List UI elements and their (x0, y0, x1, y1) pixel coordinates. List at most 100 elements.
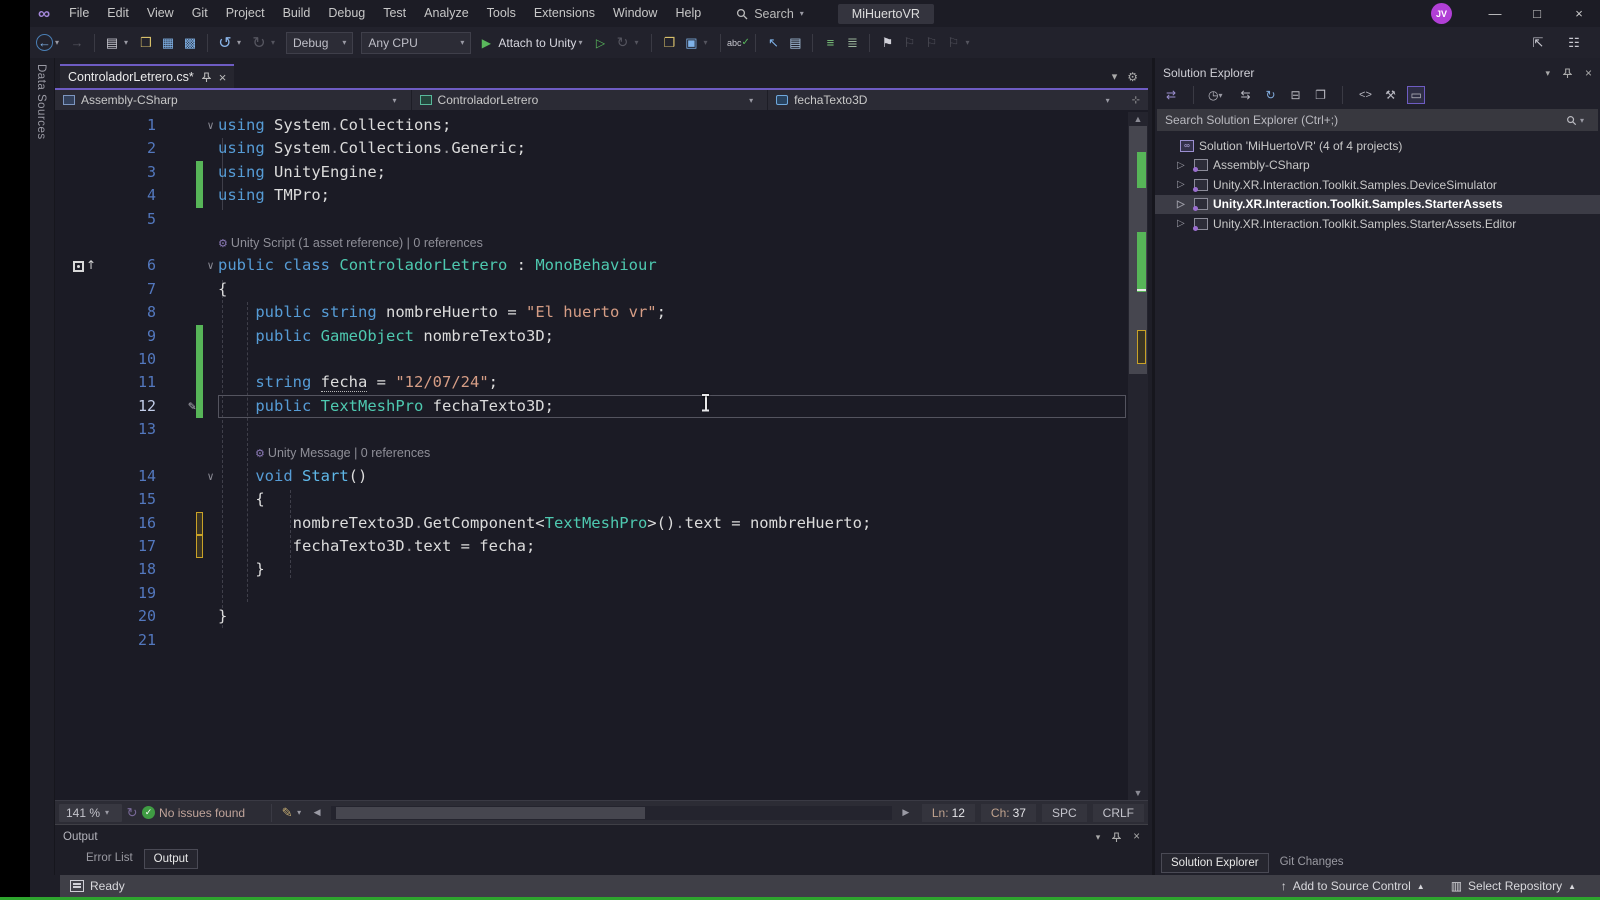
code-line[interactable]: 1∨using System.Collections; (55, 114, 1148, 137)
close-button[interactable]: × (1558, 0, 1600, 27)
hot-reload-button[interactable]: ↻ (612, 32, 632, 54)
tree-item[interactable]: ∞Solution 'MiHuertoVR' (4 of 4 projects) (1155, 136, 1600, 156)
uncomment-selection-button[interactable]: ▤ (785, 32, 805, 54)
menu-tools[interactable]: Tools (478, 0, 525, 27)
feedback-button[interactable]: ☷ (1564, 32, 1584, 54)
navigate-back-button[interactable]: ← (36, 34, 53, 51)
tree-item[interactable]: ▷Unity.XR.Interaction.Toolkit.Samples.De… (1155, 175, 1600, 195)
menu-extensions[interactable]: Extensions (525, 0, 604, 27)
pin-icon[interactable] (1563, 68, 1572, 79)
menu-file[interactable]: File (60, 0, 98, 27)
tab-error-list[interactable]: Error List (77, 849, 142, 869)
codelens-line[interactable]: ⚙ Unity Script (1 asset reference) | 0 r… (55, 231, 1148, 254)
code-line[interactable]: 17 fechaTexto3D.text = fecha; (55, 535, 1148, 558)
minimize-button[interactable]: — (1474, 0, 1516, 27)
code-line[interactable]: 10 (55, 348, 1148, 371)
menu-build[interactable]: Build (274, 0, 320, 27)
sync-with-active-document-icon[interactable]: ⇆ (1237, 86, 1253, 104)
zoom-dropdown[interactable]: 141 %▾ (59, 804, 122, 822)
clear-bookmarks-button[interactable]: ⚐ (943, 32, 963, 54)
view-code-icon[interactable]: <> (1357, 86, 1373, 104)
redo-button[interactable]: ↻ (249, 32, 269, 54)
panel-dropdown-icon[interactable]: ▾ (1096, 832, 1101, 843)
menu-test[interactable]: Test (374, 0, 415, 27)
menu-git[interactable]: Git (183, 0, 217, 27)
panel-dropdown-icon[interactable]: ▾ (1545, 68, 1550, 79)
bookmarks-dropdown[interactable]: ▾ (965, 38, 975, 47)
fold-chevron-icon[interactable]: ∨ (203, 114, 218, 137)
attach-dropdown[interactable]: ▾ (578, 38, 588, 47)
column-indicator[interactable]: Ch:37 (981, 804, 1036, 822)
code-line[interactable]: 15 { (55, 488, 1148, 511)
menu-project[interactable]: Project (217, 0, 274, 27)
tree-item[interactable]: ▷Unity.XR.Interaction.Toolkit.Samples.St… (1155, 195, 1600, 215)
menu-help[interactable]: Help (666, 0, 710, 27)
code-editor[interactable]: 1∨using System.Collections;2using System… (55, 112, 1148, 800)
fold-chevron-icon[interactable]: ∨ (203, 465, 218, 488)
scroll-right-icon[interactable]: ▶ (896, 802, 916, 824)
solution-explorer-search-input[interactable]: Search Solution Explorer (Ctrl+;) ▾ (1157, 109, 1598, 131)
select-repository-button[interactable]: ▥ Select Repository ▲ (1451, 879, 1576, 893)
decrease-indent-button[interactable]: ≡ (820, 32, 840, 54)
menu-analyze[interactable]: Analyze (415, 0, 477, 27)
code-line[interactable]: 8 public string nombreHuerto = "El huert… (55, 301, 1148, 324)
increase-indent-button[interactable]: ≣ (842, 32, 862, 54)
save-all-button[interactable]: ▩ (180, 32, 200, 54)
tab-output[interactable]: Output (144, 849, 199, 869)
fold-chevron-icon[interactable]: ∨ (203, 254, 218, 277)
navigate-to-dropdown[interactable]: ▾ (703, 38, 713, 47)
tab-solution-explorer[interactable]: Solution Explorer (1161, 853, 1269, 873)
document-health-icon[interactable]: ↻ (122, 802, 142, 824)
line-indicator[interactable]: Ln:12 (922, 804, 975, 822)
collapse-all-icon[interactable]: ⊟ (1287, 86, 1303, 104)
preview-selected-items-icon[interactable]: ▭ (1407, 86, 1424, 104)
code-line[interactable]: 18 } (55, 558, 1148, 581)
split-window-handle[interactable]: ⊹ (1124, 90, 1148, 110)
expand-arrow-icon[interactable]: ▷ (1177, 160, 1189, 171)
member-dropdown[interactable]: fechaTexto3D ▾ (768, 90, 1124, 110)
pin-icon[interactable] (202, 72, 211, 83)
code-line[interactable]: 20} (55, 605, 1148, 628)
attach-to-unity-button[interactable]: Attach to Unity (498, 36, 576, 50)
code-line[interactable]: 4using TMPro; (55, 184, 1148, 207)
close-panel-icon[interactable]: × (1585, 66, 1592, 80)
new-project-button[interactable]: ▤ (102, 32, 122, 54)
search-options-dropdown[interactable]: ▾ (1580, 116, 1590, 125)
comment-selection-button[interactable]: ↖ (763, 32, 783, 54)
line-ending-indicator[interactable]: CRLF (1093, 804, 1144, 822)
new-project-dropdown[interactable]: ▾ (124, 38, 134, 47)
properties-icon[interactable]: ⚒ (1382, 86, 1398, 104)
code-line[interactable]: 14∨ void Start() (55, 465, 1148, 488)
navigate-to-button[interactable]: ▣ (681, 32, 701, 54)
expand-arrow-icon[interactable]: ▷ (1177, 218, 1189, 229)
tab-git-changes[interactable]: Git Changes (1271, 853, 1353, 873)
code-line[interactable]: 3using UnityEngine; (55, 161, 1148, 184)
show-all-files-icon[interactable]: ❐ (1312, 86, 1328, 104)
code-line[interactable]: 11 string fecha = "12/07/24"; (55, 371, 1148, 394)
scroll-down-icon[interactable]: ▼ (1128, 786, 1148, 800)
open-file-button[interactable]: ❒ (136, 32, 156, 54)
menu-debug[interactable]: Debug (319, 0, 374, 27)
code-line[interactable]: 21 (55, 629, 1148, 652)
find-in-files-button[interactable]: ❐ (659, 32, 679, 54)
tree-item[interactable]: ▷Unity.XR.Interaction.Toolkit.Samples.St… (1155, 214, 1600, 234)
code-line[interactable]: 13 (55, 418, 1148, 441)
next-bookmark-button[interactable]: ⚐ (921, 32, 941, 54)
close-tab-icon[interactable]: × (219, 70, 227, 85)
codelens-indicator[interactable]: ⚙ Unity Message | 0 references (218, 446, 430, 460)
debug-configuration-dropdown[interactable]: Debug▾ (286, 32, 353, 54)
redo-dropdown[interactable]: ▾ (271, 38, 281, 47)
document-tab[interactable]: ControladorLetrero.cs* × (60, 64, 234, 88)
pin-icon[interactable] (1112, 832, 1121, 843)
menu-view[interactable]: View (138, 0, 183, 27)
code-line[interactable]: 16 nombreTexto3D.GetComponent<TextMeshPr… (55, 512, 1148, 535)
tree-item[interactable]: ▷Assembly-CSharp (1155, 156, 1600, 176)
space-mode-indicator[interactable]: SPC (1042, 804, 1087, 822)
code-line[interactable]: 9 public GameObject nombreTexto3D; (55, 325, 1148, 348)
project-dropdown[interactable]: Assembly-CSharp ▾ (55, 90, 412, 110)
platform-dropdown[interactable]: Any CPU▾ (361, 32, 471, 54)
horizontal-scrollbar-thumb[interactable] (336, 807, 644, 819)
code-line[interactable]: 5 (55, 208, 1148, 231)
tab-options-gear-icon[interactable]: ⚙ (1127, 70, 1138, 84)
expand-arrow-icon[interactable]: ▷ (1177, 199, 1189, 210)
